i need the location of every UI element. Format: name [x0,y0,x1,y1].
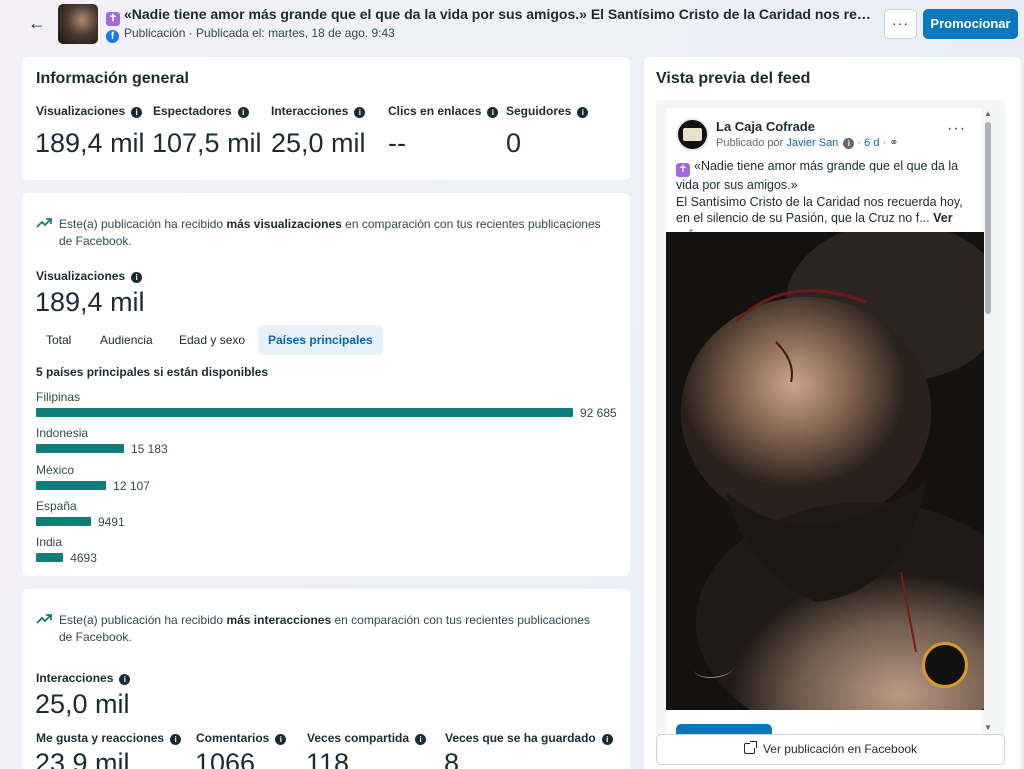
scroll-down-icon[interactable]: ▼ [984,723,992,732]
country-label: Filipinas [36,390,81,404]
stat-value-comments: 1066 [195,748,256,769]
interactions-metric-label: Interacciones i [36,671,131,685]
stat-label-viewers: Espectadores i [153,104,249,118]
post-age[interactable]: 6 d [864,137,879,149]
views-insight: Este(a) publicación ha recibido más visu… [36,216,606,250]
country-label: Indonesia [36,426,89,441]
tab-top-countries[interactable]: Países principales [258,325,383,355]
info-icon[interactable]: i [577,107,589,118]
latin-cross-emoji: ✝ [676,163,690,177]
christ-sculpture-image [666,232,984,710]
info-icon: i [843,138,855,149]
post-image[interactable] [666,232,984,710]
info-icon[interactable]: i [487,107,499,118]
post-text: ✝ «Nadie tiene amor más grande que el que… [676,158,976,243]
stat-label-shares: Veces compartida i [307,731,427,745]
general-info-title: Información general [36,70,189,87]
stat-label-reactions: Me gusta y reacciones i [36,731,182,745]
country-value: 9491 [97,514,125,529]
post-thumbnail [58,4,98,44]
post-meta: f Publicación · Publicada el: martes, 18 … [106,26,395,43]
view-on-facebook-button[interactable]: Ver publicación en Facebook [656,734,1005,765]
interactions-metric-value: 25,0 mil [35,689,130,719]
scroll-up-icon[interactable]: ▲ [984,109,992,118]
info-icon[interactable]: i [131,272,143,283]
post-title: ✝ «Nadie tiene amor más grande que el que… [106,6,876,26]
posted-by: Publicado por Javier San i · 6 d · ⚭ [716,137,899,149]
tab-total[interactable]: Total [36,325,81,355]
info-icon[interactable]: i [601,734,613,745]
watermark-logo [922,642,968,688]
stat-value-views: 189,4 mil [35,128,145,158]
stat-label-views: Visualizaciones i [36,104,143,118]
feed-preview-title: Vista previa del feed [656,70,811,87]
country-bar [36,516,91,526]
stat-value-shares: 118 [306,748,350,769]
trend-up-icon [36,218,52,228]
stat-label-interactions: Interacciones i [271,104,366,118]
views-metric-value: 189,4 mil [35,287,145,317]
stat-value-link-clicks: -- [388,128,406,158]
facebook-icon: f [106,30,119,43]
info-icon[interactable]: i [119,674,131,685]
info-icon[interactable]: i [415,734,427,745]
country-label: España [36,498,77,513]
stat-value-viewers: 107,5 mil [152,128,262,158]
stat-label-saves: Veces que se ha guardado i [445,731,613,745]
feed-scrollbar[interactable] [985,122,991,314]
tab-age-gender[interactable]: Edad y sexo [169,325,255,355]
country-bar [36,553,64,563]
interactions-insight: Este(a) publicación ha recibido más inte… [36,612,606,646]
stat-value-saves: 8 [444,748,460,769]
country-label: India [36,535,63,550]
info-icon[interactable]: i [170,734,182,745]
countries-subheading: 5 países principales si están disponible… [36,365,269,379]
country-value: 15 183 [130,442,168,457]
tab-audience[interactable]: Audiencia [90,325,163,355]
author-link[interactable]: Javier San [786,137,838,149]
top-bar: ← ✝ «Nadie tiene amor más grande que el q… [0,0,1024,48]
page-name[interactable]: La Caja Cofrade [716,119,815,134]
back-arrow-icon[interactable]: ← [26,12,48,34]
country-label: México [36,462,75,477]
country-value: 92 685 [580,406,617,420]
stat-value-followers: 0 [506,128,522,158]
facebook-post: La Caja Cofrade Publicado por Javier San… [666,108,984,736]
country-value: 4693 [70,551,97,566]
external-link-icon [743,741,757,754]
stat-value-interactions: 25,0 mil [271,128,366,158]
trend-up-icon [36,614,52,624]
info-icon[interactable]: i [237,107,249,118]
promote-button[interactable]: Promocionar [923,9,1018,39]
stat-label-link-clicks: Clics en enlaces i [388,104,499,118]
stat-value-reactions: 23,9 mil [35,748,130,769]
info-icon[interactable]: i [275,734,287,745]
views-metric-label: Visualizaciones i [36,269,143,283]
post-options-icon[interactable]: ··· [947,120,966,138]
page-avatar[interactable] [676,118,709,151]
country-bar [36,408,573,417]
stat-label-comments: Comentarios i [196,731,287,745]
feed-preview-frame[interactable]: La Caja Cofrade Publicado por Javier San… [656,100,1005,736]
info-icon[interactable]: i [131,107,143,118]
page-logo [683,128,702,141]
stat-label-followers: Seguidores i [506,104,589,118]
country-value: 12 107 [113,478,150,493]
latin-cross-emoji: ✝ [106,12,120,26]
info-icon[interactable]: i [354,107,366,118]
globe-icon: ⚭ [889,137,899,149]
more-options-button[interactable]: ··· [884,9,917,39]
country-bar [36,444,124,454]
country-bar [36,480,107,490]
